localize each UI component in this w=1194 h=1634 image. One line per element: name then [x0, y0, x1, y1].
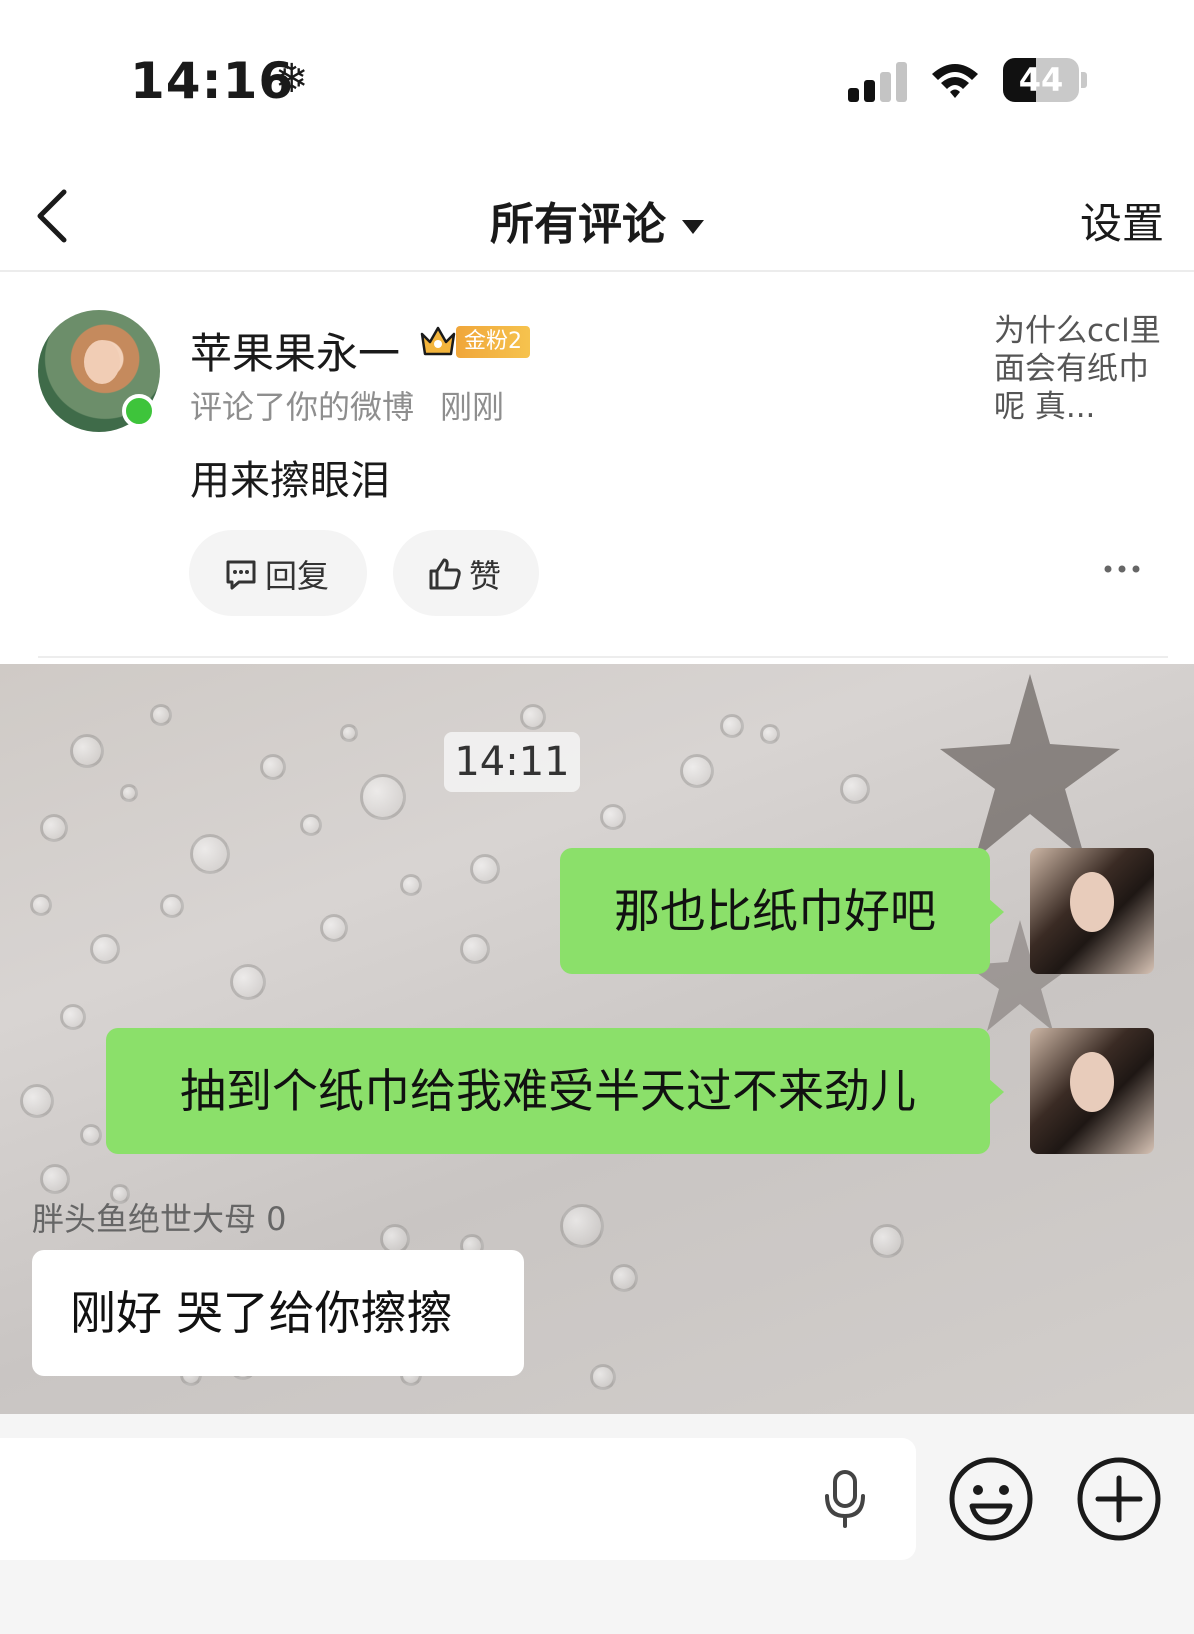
status-time: 14:16	[130, 52, 295, 110]
fan-badge: 金粉2	[456, 326, 530, 358]
message-input[interactable]	[0, 1438, 916, 1560]
battery-icon: 44	[1003, 58, 1087, 102]
other-message-bubble: 刚好 哭了给你擦擦	[32, 1250, 524, 1376]
water-droplet	[870, 1224, 904, 1258]
water-droplet	[160, 894, 184, 918]
like-label: 赞	[469, 557, 502, 595]
battery-percent: 44	[1018, 61, 1064, 99]
chat-screenshot-image[interactable]: 14:11 那也比纸巾好吧 抽到个纸巾给我难受半天过不来劲儿 胖头鱼绝世大母 0…	[0, 664, 1194, 1414]
page-title: 所有评论	[490, 199, 666, 250]
water-droplet	[340, 724, 358, 742]
water-droplet	[600, 804, 626, 830]
reply-button[interactable]: 回复	[189, 530, 367, 616]
water-droplet	[40, 1164, 70, 1194]
comment-meta: 评论了你的微博 刚刚	[190, 382, 504, 428]
water-droplet	[720, 714, 744, 738]
water-droplet	[360, 774, 406, 820]
water-droplet	[230, 964, 266, 1000]
status-bar: 14:16 ❄ 44	[0, 0, 1194, 160]
water-droplet	[260, 754, 286, 780]
water-droplet	[680, 754, 714, 788]
water-droplet	[80, 1124, 102, 1146]
reply-label: 回复	[265, 557, 330, 595]
water-droplet	[20, 1084, 54, 1118]
water-droplet	[120, 784, 138, 802]
snowflake-icon: ❄	[275, 56, 309, 102]
water-droplet	[60, 1004, 86, 1030]
water-droplet	[320, 914, 348, 942]
water-droplet	[400, 874, 422, 896]
comment-bubble-icon	[226, 560, 256, 590]
water-droplet	[520, 704, 546, 730]
self-message-bubble: 那也比纸巾好吧	[560, 848, 1004, 974]
water-droplet	[90, 934, 120, 964]
caret-down-icon	[682, 220, 704, 234]
water-droplet	[560, 1204, 604, 1248]
nav-bar: 所有评论 设置	[0, 160, 1194, 272]
settings-button[interactable]: 设置	[1080, 190, 1164, 251]
microphone-icon[interactable]	[820, 1468, 870, 1530]
online-status-dot	[122, 394, 156, 428]
wifi-icon	[932, 64, 978, 98]
message-text: 那也比纸巾好吧	[614, 884, 936, 938]
water-droplet	[590, 1364, 616, 1390]
sender-name: 胖头鱼绝世大母 0	[32, 1200, 287, 1238]
input-bar	[0, 1414, 1194, 1634]
comment-card: 苹果果永一 金粉2 评论了你的微博 刚刚 用来擦眼泪 为什么ccl里面会有纸巾呢 …	[0, 272, 1194, 658]
message-text: 抽到个纸巾给我难受半天过不来劲儿	[180, 1064, 916, 1118]
water-droplet	[30, 894, 52, 916]
water-droplet	[40, 814, 68, 842]
water-droplet	[760, 724, 780, 744]
water-droplet	[150, 704, 172, 726]
comment-text: 用来擦眼泪	[190, 458, 390, 504]
water-droplet	[470, 854, 500, 884]
self-avatar	[1030, 848, 1154, 974]
thumbs-up-icon	[429, 558, 461, 590]
quoted-post[interactable]: 为什么ccl里面会有纸巾呢 真...	[994, 312, 1164, 426]
divider	[38, 656, 1168, 658]
water-droplet	[190, 834, 230, 874]
cellular-signal-icon	[848, 56, 910, 102]
self-message-bubble: 抽到个纸巾给我难受半天过不来劲儿	[106, 1028, 1004, 1154]
water-droplet	[610, 1264, 638, 1292]
like-button[interactable]: 赞	[393, 530, 539, 616]
water-droplet	[840, 774, 870, 804]
comment-filter-dropdown[interactable]: 所有评论	[0, 188, 1194, 252]
chat-timestamp: 14:11	[444, 732, 580, 792]
more-options-icon[interactable]	[1100, 554, 1144, 584]
water-droplet	[70, 734, 104, 768]
crown-icon	[420, 326, 456, 356]
comment-time: 刚刚	[440, 388, 505, 426]
star-decoration	[940, 674, 1120, 859]
water-droplet	[300, 814, 322, 836]
comment-action: 评论了你的微博	[190, 388, 415, 426]
self-avatar	[1030, 1028, 1154, 1154]
emoji-icon[interactable]	[948, 1456, 1034, 1542]
water-droplet	[460, 934, 490, 964]
commenter-name[interactable]: 苹果果永一	[190, 320, 400, 381]
add-attachment-icon[interactable]	[1076, 1456, 1162, 1542]
